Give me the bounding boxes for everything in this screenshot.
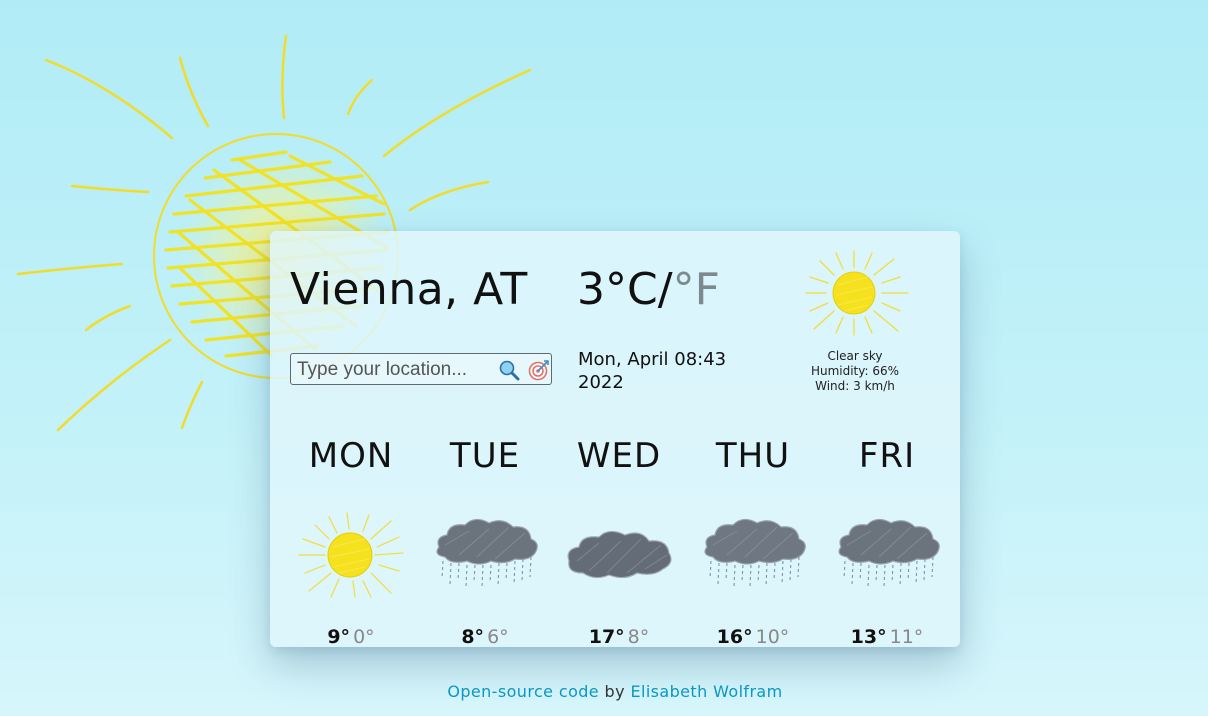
location-search-box xyxy=(290,353,552,385)
forecast-day-name: THU xyxy=(715,436,791,476)
forecast-low: 11° xyxy=(889,626,924,648)
search-button[interactable] xyxy=(498,359,520,381)
current-location-button[interactable] xyxy=(528,359,550,381)
temperature-value: 3 xyxy=(577,264,605,315)
cloud-icon xyxy=(567,530,672,579)
forecast-high: 13° xyxy=(850,626,887,648)
condition-text: Clear sky xyxy=(827,349,883,363)
forecast-day: WED 17° 8° xyxy=(552,436,686,649)
forecast-high: 8° xyxy=(461,626,485,648)
forecast-day: MON 9° 0° xyxy=(284,436,418,649)
datetime-line-1: Mon, April 08:43 xyxy=(578,349,727,370)
forecast-low: 8° xyxy=(627,626,650,648)
forecast-temps: 9° 0° xyxy=(284,625,418,649)
rain-cloud-icon xyxy=(704,518,806,588)
forecast-temps: 8° 6° xyxy=(418,625,552,649)
author-link[interactable]: Elisabeth Wolfram xyxy=(630,682,782,701)
city-name: Vienna, AT xyxy=(290,264,528,315)
fahrenheit-unit-toggle[interactable]: °F xyxy=(673,264,720,315)
open-source-code-link[interactable]: Open-source code xyxy=(447,682,599,701)
location-search-input[interactable] xyxy=(295,356,495,384)
forecast-temps: 16° 10° xyxy=(686,625,820,649)
footer-by-text: by xyxy=(599,682,631,701)
rain-cloud-icon xyxy=(436,518,538,588)
current-conditions: Clear sky Humidity: 66% Wind: 3 km/h xyxy=(790,349,920,394)
forecast-high: 9° xyxy=(327,626,351,648)
footer: Open-source code by Elisabeth Wolfram xyxy=(0,682,1208,702)
forecast-day-name: TUE xyxy=(449,436,521,476)
weather-card: Vienna, AT 3°C/°F Type your location... … xyxy=(270,231,960,648)
forecast-temps: 13° 11° xyxy=(820,625,954,649)
rain-cloud-icon xyxy=(838,518,940,588)
forecast-high: 16° xyxy=(716,626,753,648)
forecast-day-name: WED xyxy=(576,436,662,476)
sun-icon xyxy=(805,250,909,336)
forecast-day-name: MON xyxy=(308,436,394,476)
five-day-forecast: MON 9° 0° TUE 8° 6° WED 17° 8° THU 16° 1… xyxy=(284,436,954,648)
current-temperature: 3°C/°F xyxy=(577,265,720,315)
celsius-unit-toggle[interactable]: °C xyxy=(605,264,658,315)
current-datetime: Mon, April 08:43 2022 xyxy=(578,348,753,394)
forecast-high: 17° xyxy=(588,626,625,648)
search-icon xyxy=(499,360,520,381)
unit-separator: / xyxy=(657,264,673,315)
forecast-low: 6° xyxy=(487,626,509,648)
forecast-low: 0° xyxy=(353,626,375,648)
forecast-temps: 17° 8° xyxy=(552,625,686,649)
humidity-text: Humidity: 66% xyxy=(810,364,900,378)
wind-text: Wind: 3 km/h xyxy=(815,379,895,393)
datetime-line-2: 2022 xyxy=(578,372,624,393)
forecast-day: TUE 8° 6° xyxy=(418,436,552,649)
forecast-day-name: FRI xyxy=(858,436,916,476)
forecast-day: THU 16° 10° xyxy=(686,436,820,649)
forecast-low: 10° xyxy=(755,626,790,648)
forecast-day: FRI 13° 11° xyxy=(820,436,954,649)
target-icon xyxy=(528,360,549,381)
sun-icon xyxy=(298,512,404,598)
